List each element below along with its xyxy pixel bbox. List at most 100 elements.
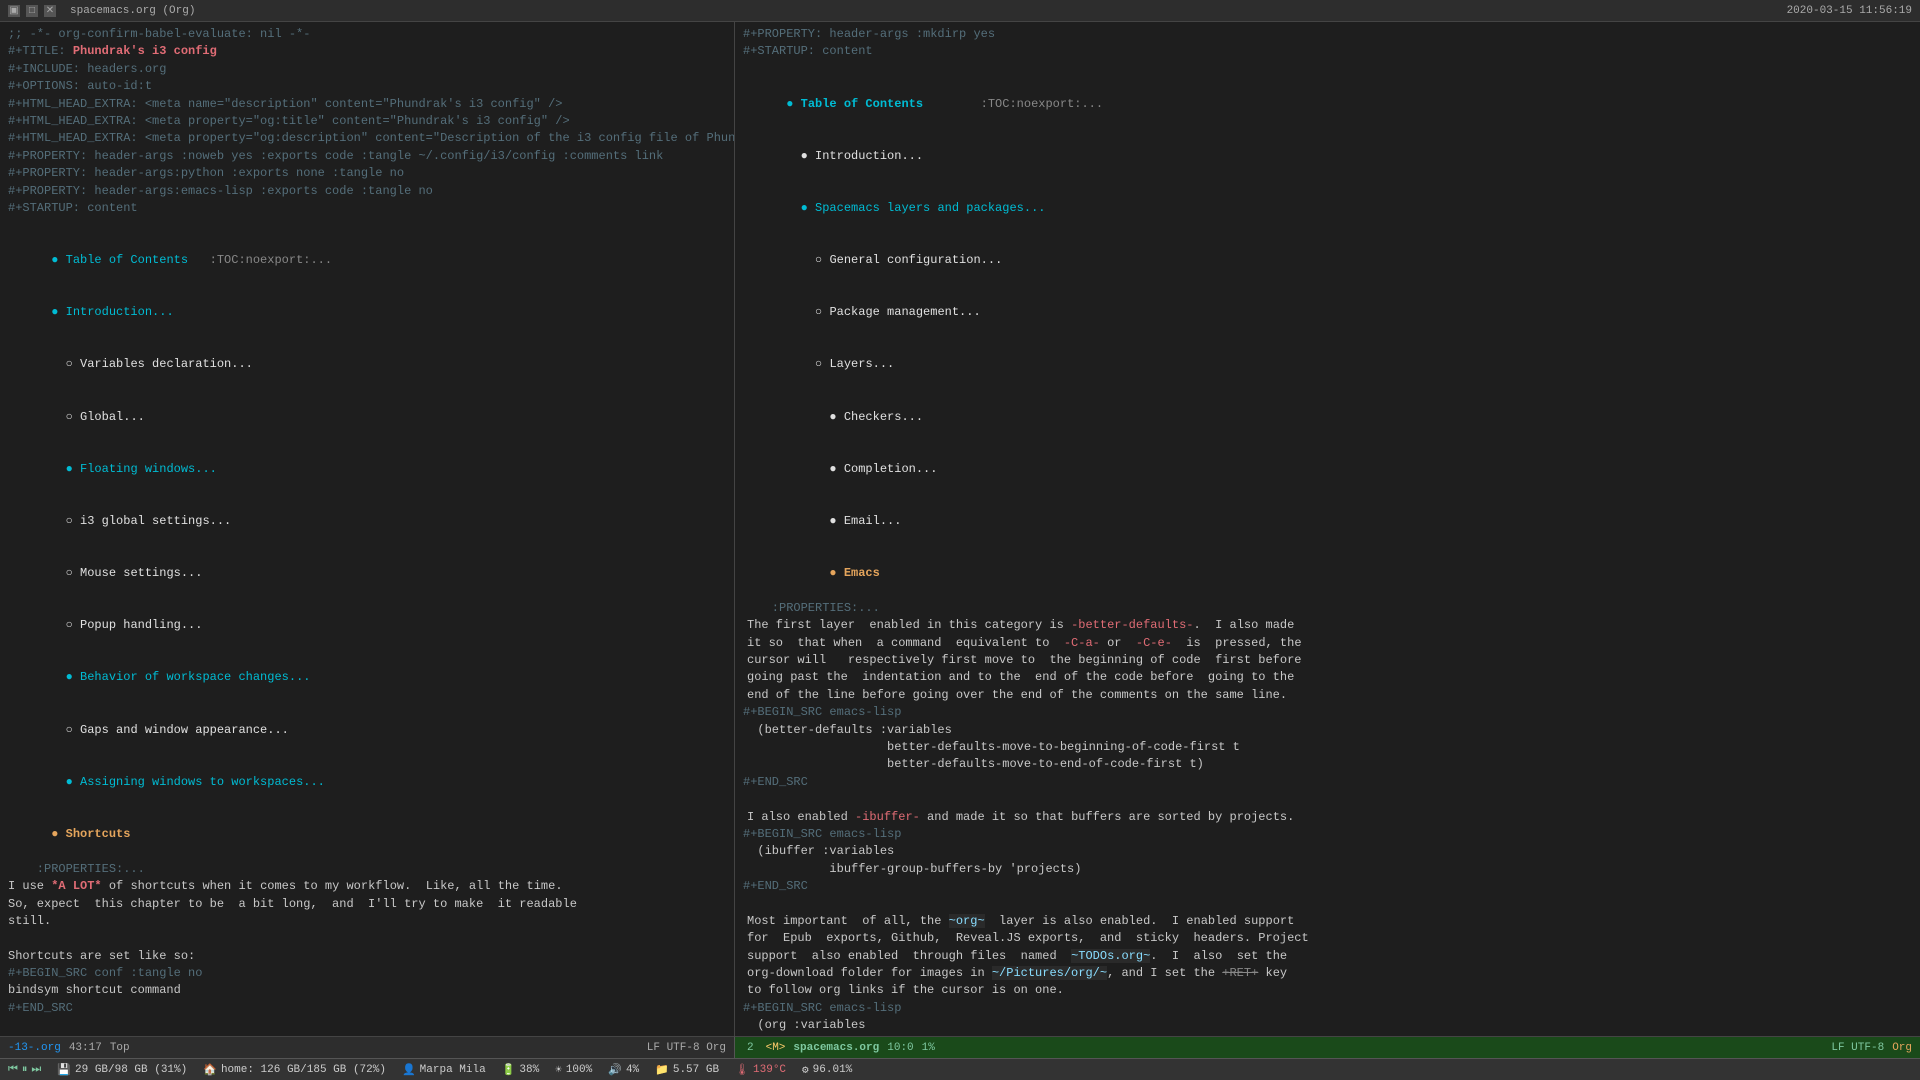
close-button[interactable]: ✕ <box>44 5 56 17</box>
comment-line-1: ;; -*- org-confirm-babel-evaluate: nil -… <box>8 26 726 43</box>
shortcuts-body2: So, expect this chapter to be a bit long… <box>8 896 726 913</box>
right-emacs-body4: going past the indentation and to the en… <box>747 669 1912 686</box>
right-toc-layers[interactable]: ○ Layers... <box>743 339 1912 391</box>
property-args1: #+PROPERTY: header-args :noweb yes :expo… <box>8 148 726 165</box>
right-mode-indicator: <M> <box>766 1042 786 1054</box>
toc-mouse[interactable]: ○ Mouse settings... <box>8 548 726 600</box>
right-emacs-body3: cursor will respectively first move to t… <box>747 652 1912 669</box>
window-title: spacemacs.org (Org) <box>70 5 195 17</box>
right-blank3 <box>743 896 1912 913</box>
property-html2: #+HTML_HEAD_EXTRA: <meta property="og:ti… <box>8 113 726 130</box>
play-next-icon[interactable]: ⏭ <box>31 1064 41 1076</box>
right-toc-completion[interactable]: ● Completion... <box>743 443 1912 495</box>
disk1-value: 29 GB/98 GB (31%) <box>75 1064 187 1076</box>
right-ibuffer-text: I also enabled -ibuffer- and made it so … <box>747 809 1912 826</box>
cpu-value: 96.01% <box>813 1064 853 1076</box>
storage2-value: 5.57 GB <box>673 1064 719 1076</box>
right-blank2 <box>743 791 1912 808</box>
play-pause-icon[interactable]: ⏸ <box>22 1064 28 1076</box>
left-mode-indicator: -13-.org <box>8 1042 61 1054</box>
battery-icon: 🔋 <box>502 1063 516 1077</box>
property-args2: #+PROPERTY: header-args:python :exports … <box>8 165 726 182</box>
status-battery: 🔋 38% <box>502 1063 540 1077</box>
property-options: #+OPTIONS: auto-id:t <box>8 78 726 95</box>
right-code1: (better-defaults :variables <box>743 722 1912 739</box>
src-end-conf: #+END_SRC <box>8 1000 726 1017</box>
status-disk2: 🏠 home: 126 GB/185 GB (72%) <box>203 1063 386 1077</box>
right-org-body3: support also enabled through files named… <box>747 948 1912 965</box>
main-container: ;; -*- org-confirm-babel-evaluate: nil -… <box>0 22 1920 1036</box>
toc-introduction[interactable]: ● Introduction... <box>8 287 726 339</box>
status-disk1: 💾 29 GB/98 GB (31%) <box>57 1063 187 1077</box>
shortcuts-set: Shortcuts are set like so: <box>8 948 726 965</box>
right-toc-checkers[interactable]: ● Checkers... <box>743 391 1912 443</box>
toc-header[interactable]: ● Table of Contents :TOC:noexport:... <box>8 235 726 287</box>
blank-3 <box>8 1017 726 1034</box>
left-mode-scroll: Top <box>110 1042 130 1054</box>
right-mode-filename: spacemacs.org <box>793 1042 879 1054</box>
toc-assigning[interactable]: ● Assigning windows to workspaces... <box>8 756 726 808</box>
right-property2: #+STARTUP: content <box>743 43 1912 60</box>
datetime-display: 2020-03-15 11:56:19 <box>1787 5 1912 17</box>
right-mode-pct: 1% <box>922 1042 935 1054</box>
right-org-code1: (org :variables <box>743 1017 1912 1034</box>
left-mode-position: 43:17 <box>69 1042 102 1054</box>
right-org-body1: Most important of all, the ~org~ layer i… <box>747 913 1912 930</box>
right-toc-layers-pkgs[interactable]: ● Spacemacs layers and packages... <box>743 183 1912 235</box>
minimize-button[interactable]: ▣ <box>8 5 20 17</box>
toc-variables[interactable]: ○ Variables declaration... <box>8 339 726 391</box>
right-org-body2: for Epub exports, Github, Reveal.JS expo… <box>747 930 1912 947</box>
status-bar: ⏮ ⏸ ⏭ 💾 29 GB/98 GB (31%) 🏠 home: 126 GB… <box>0 1058 1920 1080</box>
right-toc-general[interactable]: ○ General configuration... <box>743 235 1912 287</box>
right-toc-intro[interactable]: ● Introduction... <box>743 130 1912 182</box>
right-org-body4: org-download folder for images in ~/Pict… <box>747 965 1912 982</box>
right-src-end2: #+END_SRC <box>743 878 1912 895</box>
right-code2: better-defaults-move-to-beginning-of-cod… <box>743 739 1912 756</box>
toc-gaps[interactable]: ○ Gaps and window appearance... <box>8 704 726 756</box>
property-startup: #+STARTUP: content <box>8 200 726 217</box>
property-title: #+TITLE: Phundrak's i3 config <box>8 43 726 60</box>
left-encoding: LF UTF-8 Org <box>647 1042 726 1054</box>
shortcuts-body1: I use *A LOT* of shortcuts when it comes… <box>8 878 726 895</box>
left-mode-line: -13-.org 43:17 Top LF UTF-8 Org <box>0 1036 735 1058</box>
maximize-button[interactable]: □ <box>26 5 38 17</box>
toc-behavior[interactable]: ● Behavior of workspace changes... <box>8 652 726 704</box>
left-editor-pane[interactable]: ;; -*- org-confirm-babel-evaluate: nil -… <box>0 22 735 1036</box>
right-editor-pane[interactable]: #+PROPERTY: header-args :mkdirp yes #+ST… <box>735 22 1920 1036</box>
volume-value: 4% <box>626 1064 639 1076</box>
toc-popup[interactable]: ○ Popup handling... <box>8 600 726 652</box>
right-mode-line: 2 <M> spacemacs.org 10:0 1% LF UTF-8 Org <box>735 1036 1920 1058</box>
right-toc-email[interactable]: ● Email... <box>743 496 1912 548</box>
volume-icon: 🔊 <box>608 1063 622 1077</box>
right-toc-pkg-mgmt[interactable]: ○ Package management... <box>743 287 1912 339</box>
toc-global[interactable]: ○ Global... <box>8 391 726 443</box>
status-play-buttons[interactable]: ⏮ ⏸ ⏭ <box>8 1064 41 1076</box>
right-src-begin2: #+BEGIN_SRC emacs-lisp <box>743 826 1912 843</box>
mode-lines: -13-.org 43:17 Top LF UTF-8 Org 2 <M> sp… <box>0 1036 1920 1058</box>
cpu-icon: ⚙ <box>802 1063 809 1077</box>
right-src-begin1: #+BEGIN_SRC emacs-lisp <box>743 704 1912 721</box>
right-ibuffer-code2: ibuffer-group-buffers-by 'projects) <box>743 861 1912 878</box>
toc-floating[interactable]: ● Floating windows... <box>8 443 726 495</box>
play-prev-icon[interactable]: ⏮ <box>8 1064 18 1076</box>
brightness-icon: ☀ <box>555 1063 562 1077</box>
toc-i3settings[interactable]: ○ i3 global settings... <box>8 496 726 548</box>
property-html3: #+HTML_HEAD_EXTRA: <meta property="og:de… <box>8 130 726 147</box>
right-src-end1: #+END_SRC <box>743 774 1912 791</box>
right-section-emacs: ● Emacs <box>743 548 1912 600</box>
bindsym-code: bindsym shortcut command <box>8 982 726 999</box>
brightness-value: 100% <box>566 1064 592 1076</box>
right-emacs-body1: The first layer enabled in this category… <box>747 617 1912 634</box>
name-generate: #+NAME: generate-shortcuts <box>8 1035 726 1036</box>
home-icon: 🏠 <box>203 1063 217 1077</box>
src-begin-conf: #+BEGIN_SRC conf :tangle no <box>8 965 726 982</box>
title-bar-controls[interactable]: ▣ □ ✕ spacemacs.org (Org) <box>8 5 195 17</box>
status-storage2: 📁 5.57 GB <box>655 1063 719 1077</box>
right-src-begin3: #+BEGIN_SRC emacs-lisp <box>743 1000 1912 1017</box>
status-temp: 🌡 139°C <box>735 1063 786 1077</box>
shortcuts-properties: :PROPERTIES:... <box>8 861 726 878</box>
right-mode-pos: 10:0 <box>887 1042 913 1054</box>
user-value: Marpa Mila <box>420 1064 486 1076</box>
blank-2 <box>8 930 726 947</box>
right-mode-num: 2 <box>743 1042 758 1054</box>
